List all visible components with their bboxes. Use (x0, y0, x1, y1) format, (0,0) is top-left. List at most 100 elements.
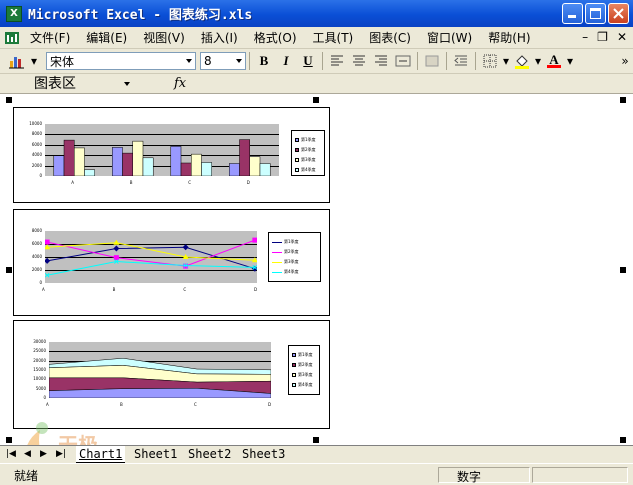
bar[interactable] (170, 146, 182, 176)
data-point[interactable] (45, 239, 50, 245)
font-color-button[interactable]: A (543, 51, 565, 71)
excel-app-icon[interactable]: X (6, 5, 22, 22)
menu-window[interactable]: 窗口(W) (419, 29, 480, 46)
menu-edit[interactable]: 编辑(E) (78, 29, 135, 46)
tab-sheet2[interactable]: Sheet2 (185, 446, 234, 463)
data-point[interactable] (182, 244, 189, 251)
align-left-icon[interactable] (326, 51, 348, 71)
bar[interactable] (142, 157, 154, 176)
legend-entry[interactable]: 第2季度 (295, 147, 316, 153)
data-point[interactable] (113, 239, 120, 245)
toolbar-options-icon[interactable]: ▾ (28, 51, 40, 71)
legend-entry[interactable]: 第4季度 (295, 167, 316, 173)
bar[interactable] (74, 147, 85, 176)
chart-window-icon[interactable] (0, 28, 24, 48)
tab-sheet1[interactable]: Sheet1 (131, 446, 180, 463)
bar[interactable] (249, 156, 261, 176)
bar-chart-legend[interactable]: 第1季度第2季度第3季度第4季度 (291, 130, 325, 176)
legend-entry[interactable]: 第2季度 (272, 249, 299, 255)
menu-file[interactable]: 文件(F) (24, 29, 78, 46)
bar[interactable] (239, 139, 250, 176)
bar[interactable] (229, 163, 240, 176)
selection-handle[interactable] (620, 437, 626, 443)
close-button[interactable] (608, 3, 629, 24)
toolbar-overflow-icon[interactable]: » (619, 51, 631, 71)
last-sheet-icon[interactable]: ▶| (56, 449, 66, 459)
legend-entry[interactable]: 第4季度 (272, 269, 299, 275)
bar[interactable] (132, 140, 144, 176)
borders-icon[interactable] (479, 51, 501, 71)
font-name-select[interactable]: 宋体 (46, 52, 196, 70)
menu-tools[interactable]: 工具(T) (305, 29, 362, 46)
fill-color-dropdown-icon[interactable]: ▾ (533, 51, 543, 71)
legend-entry[interactable]: 第1季度 (272, 239, 299, 245)
menu-format[interactable]: 格式(O) (246, 29, 305, 46)
menu-help[interactable]: 帮助(H) (480, 29, 538, 46)
percent-style-icon[interactable] (421, 51, 443, 71)
bar[interactable] (201, 162, 212, 176)
align-center-icon[interactable] (348, 51, 370, 71)
legend-entry[interactable]: 第3季度 (295, 157, 316, 163)
legend-entry[interactable]: 第3季度 (292, 372, 313, 378)
selection-handle[interactable] (313, 97, 319, 103)
font-size-select[interactable]: 8 (200, 52, 246, 70)
bar[interactable] (122, 152, 133, 176)
decrease-indent-icon[interactable] (450, 51, 472, 71)
selection-handle[interactable] (313, 437, 319, 443)
tab-sheet3[interactable]: Sheet3 (239, 446, 288, 463)
menu-view[interactable]: 视图(V) (135, 29, 193, 46)
borders-dropdown-icon[interactable]: ▾ (501, 51, 511, 71)
area-chart-legend[interactable]: 第1季度第2季度第3季度第4季度 (288, 345, 320, 395)
selection-handle[interactable] (6, 97, 12, 103)
data-point[interactable] (252, 237, 257, 243)
selection-handle[interactable] (620, 97, 626, 103)
chart-sheet-area[interactable]: 第1季度 第2季度 第3季度 第4季度 10000 8000 6000 4000 2000 0 A… (0, 95, 633, 445)
legend-entry[interactable]: 第4季度 (292, 382, 313, 388)
bar[interactable] (112, 147, 123, 176)
insert-function-icon[interactable]: fx (174, 76, 186, 91)
prev-sheet-icon[interactable]: ◀ (24, 449, 31, 459)
italic-button[interactable]: I (275, 51, 297, 71)
legend-entry[interactable]: 第3季度 (272, 259, 299, 265)
font-color-dropdown-icon[interactable]: ▾ (565, 51, 575, 71)
series-line[interactable] (47, 239, 256, 267)
menu-chart[interactable]: 图表(C) (361, 29, 419, 46)
line-chart-legend[interactable]: 第1季度第2季度第3季度第4季度 (268, 232, 321, 282)
bar-chart[interactable]: 第1季度 第2季度 第3季度 第4季度 10000 8000 6000 4000 2000 0 A… (13, 107, 330, 203)
underline-button[interactable]: U (297, 51, 319, 71)
first-sheet-icon[interactable]: |◀ (6, 449, 16, 459)
doc-close-icon[interactable]: ✕ (617, 30, 627, 44)
bar[interactable] (259, 163, 271, 176)
series-line[interactable] (47, 261, 255, 276)
line-plot-area[interactable] (45, 231, 257, 283)
data-point[interactable] (45, 257, 51, 264)
bar[interactable] (191, 153, 202, 176)
bar[interactable] (53, 155, 65, 176)
bar[interactable] (180, 162, 192, 176)
legend-entry[interactable]: 第1季度 (295, 137, 316, 143)
fill-color-icon[interactable] (511, 51, 533, 71)
bold-button[interactable]: B (253, 51, 275, 71)
menu-insert[interactable]: 插入(I) (193, 29, 246, 46)
doc-minimize-icon[interactable]: – (582, 30, 588, 44)
legend-entry[interactable]: 第1季度 (292, 352, 313, 358)
legend-entry[interactable]: 第2季度 (292, 362, 313, 368)
area-plot-area[interactable] (49, 342, 271, 398)
bar-plot-area[interactable] (45, 124, 279, 176)
selection-handle[interactable] (6, 267, 12, 273)
selection-handle[interactable] (620, 267, 626, 273)
bar[interactable] (84, 169, 95, 176)
tab-chart1[interactable]: Chart1 (76, 446, 126, 463)
doc-restore-icon[interactable]: ❐ (597, 30, 608, 44)
align-right-icon[interactable] (370, 51, 392, 71)
minimize-button[interactable] (562, 3, 583, 24)
line-chart[interactable]: 第1季度 第2季度 第3季度 第4季度 8000 6000 4000 2000 0 A B C D (13, 209, 330, 316)
chart-wizard-icon[interactable] (6, 51, 28, 71)
bar[interactable] (63, 139, 75, 176)
next-sheet-icon[interactable]: ▶ (40, 449, 47, 459)
merge-center-icon[interactable] (392, 51, 414, 71)
maximize-button[interactable] (585, 3, 606, 24)
data-point[interactable] (113, 245, 120, 252)
selection-handle[interactable] (6, 437, 12, 443)
name-box[interactable]: 图表区 (30, 75, 130, 93)
